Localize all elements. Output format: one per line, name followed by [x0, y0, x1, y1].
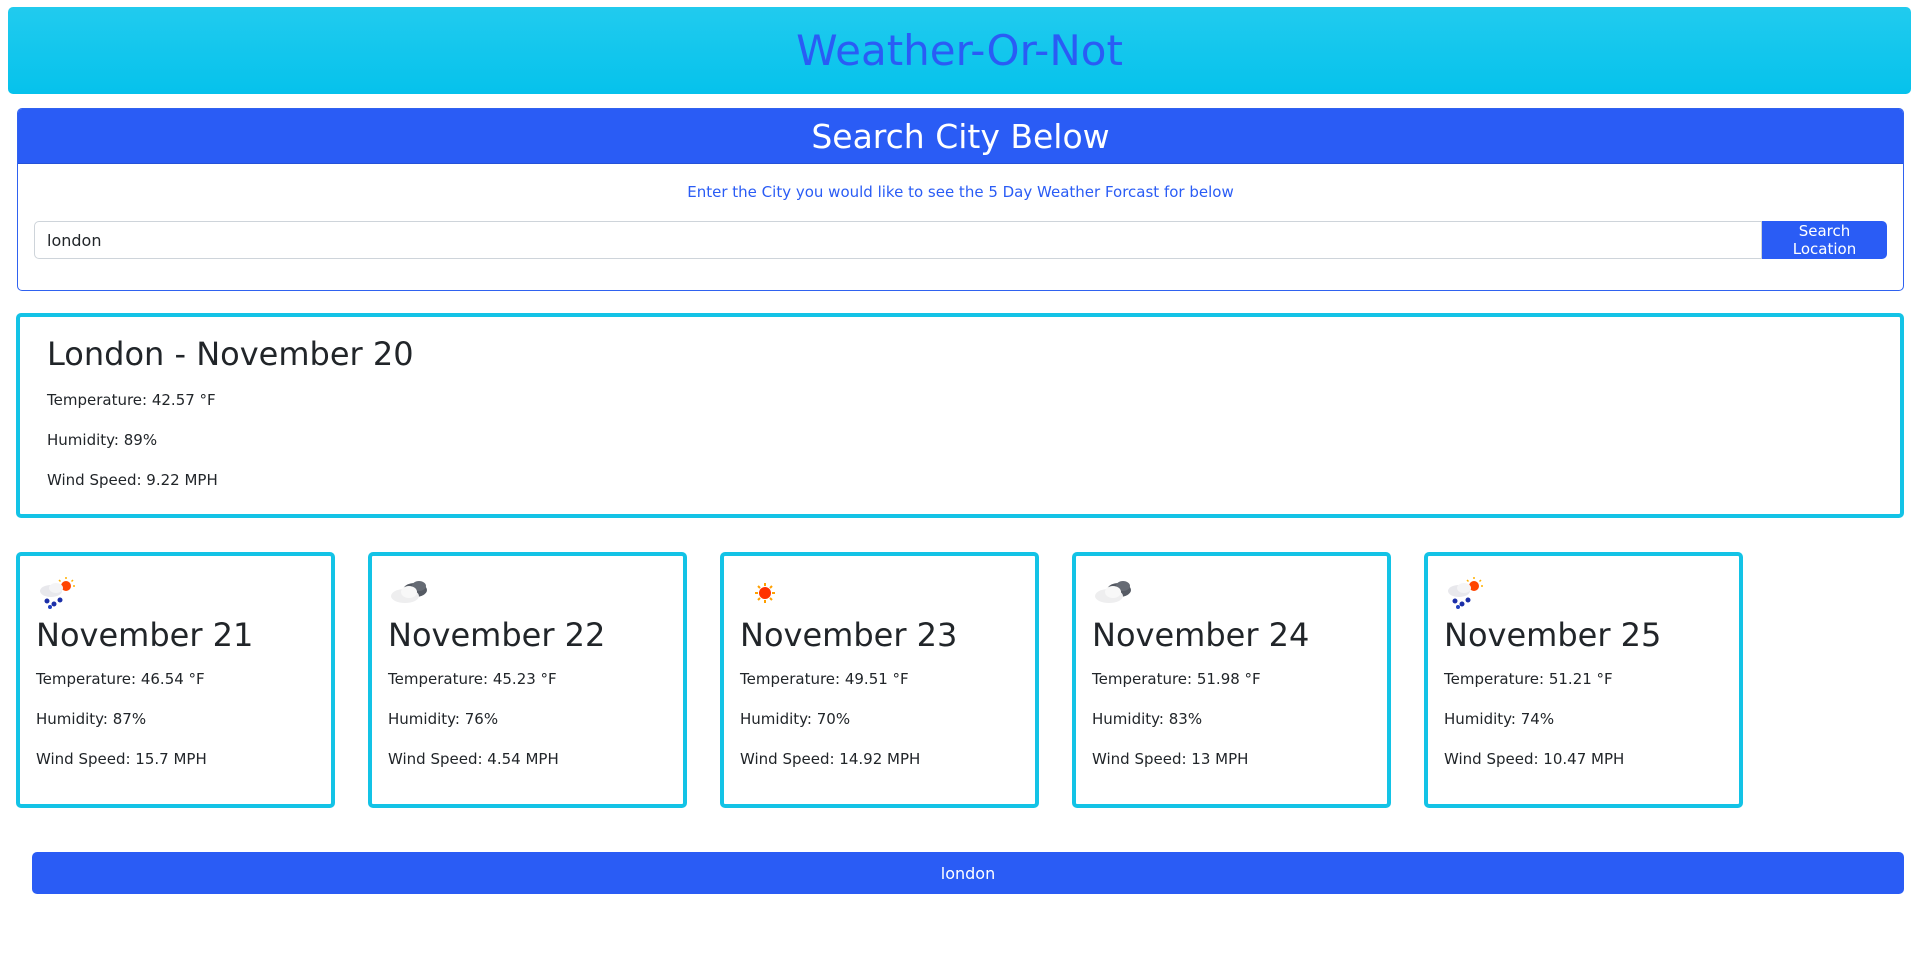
- app-title: Weather-Or-Not: [796, 26, 1123, 75]
- forecast-wind-speed: Wind Speed: 13 MPH: [1092, 750, 1249, 768]
- forecast-humidity: Humidity: 74%: [1444, 710, 1555, 728]
- cloudy-icon: [391, 581, 427, 603]
- forecast-date: November 24: [1092, 616, 1310, 654]
- forecast-temperature: Temperature: 45.23 °F: [388, 670, 557, 688]
- current-wind-speed: Wind Speed: 9.22 MPH: [47, 471, 218, 489]
- forecast-humidity: Humidity: 83%: [1092, 710, 1203, 728]
- app-header: Weather-Or-Not: [8, 7, 1911, 94]
- forecast-temperature: Temperature: 51.21 °F: [1444, 670, 1613, 688]
- forecast-humidity: Humidity: 87%: [36, 710, 147, 728]
- forecast-wind-speed: Wind Speed: 15.7 MPH: [36, 750, 207, 768]
- rain-sun-icon: [1448, 577, 1483, 609]
- forecast-card: November 24 Temperature: 51.98 °F Humidi…: [1072, 552, 1391, 808]
- forecast-temperature: Temperature: 51.98 °F: [1092, 670, 1261, 688]
- forecast-card: November 21 Temperature: 46.54 °F Humidi…: [16, 552, 335, 808]
- forecast-humidity: Humidity: 70%: [740, 710, 851, 728]
- forecast-date: November 21: [36, 616, 254, 654]
- forecast-date: November 22: [388, 616, 606, 654]
- rain-sun-icon: [40, 577, 75, 609]
- forecast-humidity: Humidity: 76%: [388, 710, 499, 728]
- forecast-date: November 23: [740, 616, 958, 654]
- sun-icon: [755, 583, 775, 603]
- history-city-button-london[interactable]: london: [32, 852, 1904, 894]
- forecast-card: November 22 Temperature: 45.23 °F Humidi…: [368, 552, 687, 808]
- forecast-card: November 25 Temperature: 51.21 °F Humidi…: [1424, 552, 1743, 808]
- search-instructions: Enter the City you would like to see the…: [687, 183, 1234, 201]
- cloudy-icon: [1095, 581, 1131, 603]
- search-heading: Search City Below: [18, 109, 1903, 164]
- search-location-button[interactable]: Search Location: [1762, 221, 1887, 259]
- forecast-wind-speed: Wind Speed: 14.92 MPH: [740, 750, 921, 768]
- current-weather-card: London - November 20 Temperature: 42.57 …: [16, 313, 1904, 518]
- current-humidity: Humidity: 89%: [47, 431, 158, 449]
- forecast-card: November 23 Temperature: 49.51 °F Humidi…: [720, 552, 1039, 808]
- current-weather-title: London - November 20: [47, 335, 414, 373]
- search-card: Search City Below Enter the City you wou…: [17, 108, 1904, 291]
- search-row: Search Location: [34, 221, 1887, 259]
- forecast-date: November 25: [1444, 616, 1662, 654]
- forecast-wind-speed: Wind Speed: 10.47 MPH: [1444, 750, 1625, 768]
- forecast-temperature: Temperature: 49.51 °F: [740, 670, 909, 688]
- forecast-temperature: Temperature: 46.54 °F: [36, 670, 205, 688]
- city-search-input[interactable]: [34, 221, 1762, 259]
- current-temperature: Temperature: 42.57 °F: [47, 391, 216, 409]
- forecast-row: November 21 Temperature: 46.54 °F Humidi…: [16, 552, 1904, 808]
- forecast-wind-speed: Wind Speed: 4.54 MPH: [388, 750, 559, 768]
